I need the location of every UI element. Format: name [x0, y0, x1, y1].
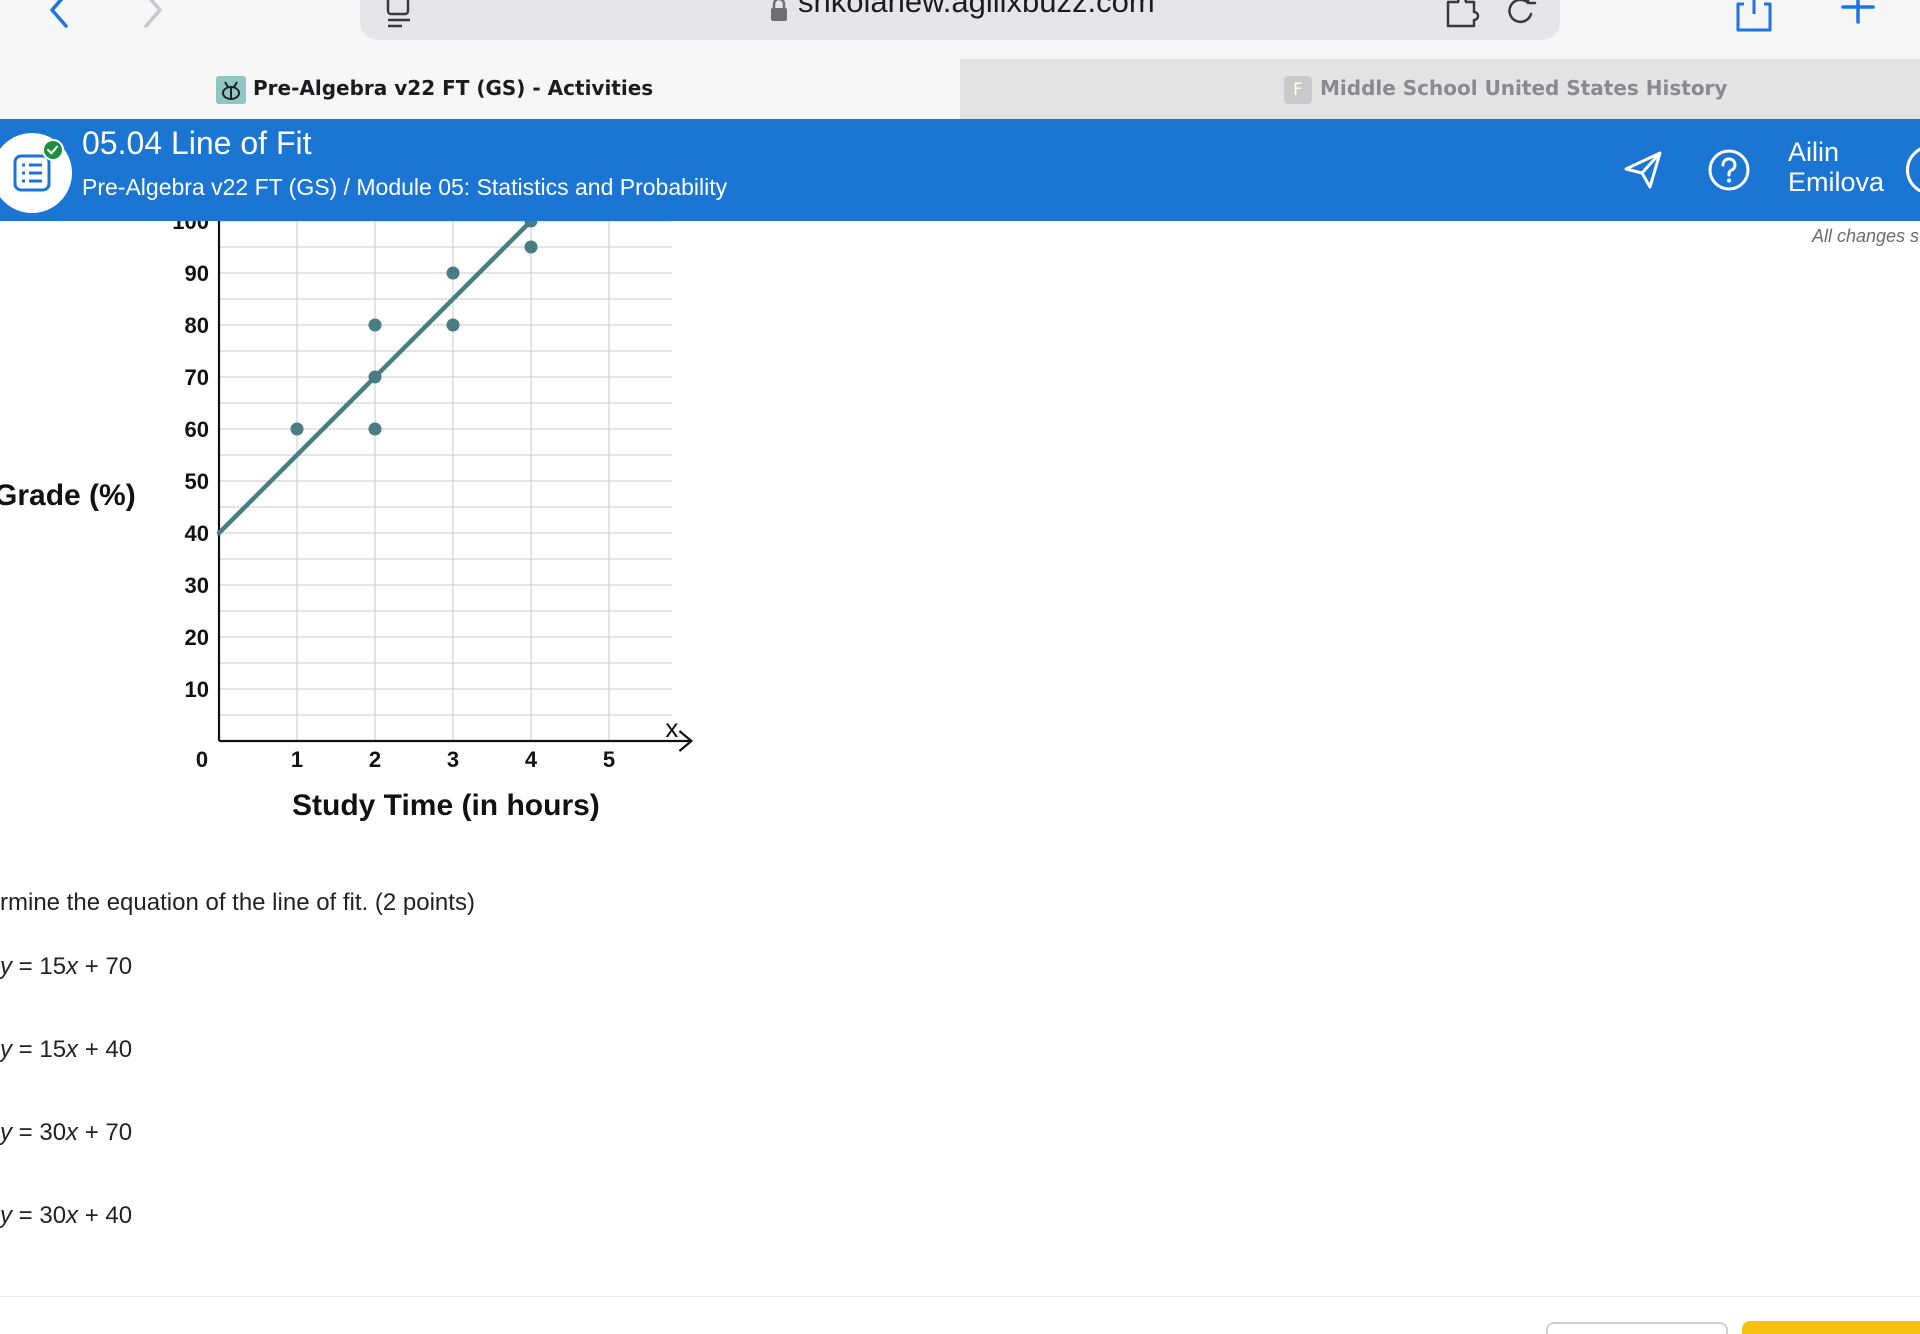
- choice-coef: = 15: [12, 953, 67, 980]
- choice-var-y: y: [0, 953, 12, 980]
- choice-var-y: y: [0, 1202, 12, 1229]
- choice-coef: = 15: [12, 1036, 67, 1063]
- data-point: [446, 266, 460, 280]
- choice-const: + 40: [78, 1202, 133, 1229]
- choice-coef: = 30: [12, 1119, 67, 1146]
- reader-mode-icon[interactable]: [382, 0, 416, 30]
- choice-coef: = 30: [12, 1202, 67, 1229]
- activity-menu-button[interactable]: [0, 133, 72, 213]
- reload-icon[interactable]: [1504, 0, 1538, 30]
- extensions-icon[interactable]: [1444, 0, 1488, 30]
- help-icon[interactable]: [1706, 147, 1752, 193]
- y-tick-label: 50: [185, 469, 209, 494]
- activity-header: 05.04 Line of Fit Pre-Algebra v22 FT (GS…: [0, 119, 1920, 221]
- x-axis-letter: x: [665, 713, 678, 743]
- y-tick-label: 100: [172, 221, 209, 234]
- choice-const: + 70: [78, 1119, 133, 1146]
- choice-var-x: x: [66, 1119, 79, 1146]
- choice-const: + 70: [78, 953, 133, 980]
- tab-label: Middle School United States History: [1320, 76, 1728, 100]
- footer-secondary-button[interactable]: [1546, 1322, 1728, 1334]
- question-prompt: rmine the equation of the line of fit. (…: [0, 889, 475, 916]
- choice-var-y: y: [0, 1119, 12, 1146]
- footer-primary-button[interactable]: [1742, 1321, 1920, 1334]
- send-message-icon[interactable]: [1620, 147, 1666, 193]
- tab-label: Pre-Algebra v22 FT (GS) - Activities: [253, 76, 654, 100]
- breadcrumb[interactable]: Pre-Algebra v22 FT (GS) / Module 05: Sta…: [82, 174, 727, 201]
- x-tick-label: 5: [603, 747, 615, 772]
- data-point: [368, 318, 382, 332]
- share-icon[interactable]: [1734, 0, 1774, 34]
- y-tick-label: 70: [185, 365, 209, 390]
- footer-bar: [0, 1296, 1920, 1334]
- url-text[interactable]: shkolanew.agilixbuzz.com: [798, 0, 1155, 20]
- answer-choice-c[interactable]: y = 30x + 70: [0, 1119, 132, 1155]
- chart-y-axis-label: Grade (%): [0, 479, 136, 512]
- page-title: 05.04 Line of Fit: [82, 125, 312, 161]
- chart-axes: x: [217, 221, 694, 752]
- x-tick-label: 3: [447, 747, 459, 772]
- y-tick-label: 20: [185, 625, 209, 650]
- completed-check-icon: [42, 139, 64, 161]
- choice-var-x: x: [66, 1036, 79, 1063]
- y-tick-label: 90: [185, 261, 209, 286]
- x-tick-label: 4: [525, 747, 538, 772]
- choice-var-y: y: [0, 1036, 12, 1063]
- y-tick-label: 80: [185, 313, 209, 338]
- y-tick-label: 60: [185, 417, 209, 442]
- user-name[interactable]: Ailin Emilova: [1788, 137, 1908, 197]
- answer-choice-a[interactable]: y = 15x + 70: [0, 953, 132, 989]
- origin-label: 0: [196, 747, 208, 772]
- choice-var-x: x: [66, 1202, 79, 1229]
- address-bar[interactable]: shkolanew.agilixbuzz.com: [360, 0, 1560, 40]
- chart-x-axis-label: Study Time (in hours): [292, 789, 600, 822]
- avatar[interactable]: [1906, 145, 1920, 195]
- new-tab-plus-icon[interactable]: [1838, 0, 1878, 30]
- data-point: [368, 422, 382, 436]
- save-status: All changes s: [1812, 226, 1920, 246]
- chart-grid: [219, 221, 672, 741]
- tab-strip: Pre-Algebra v22 FT (GS) - Activities F M…: [0, 59, 1920, 119]
- tab-us-history[interactable]: F Middle School United States History: [960, 59, 1920, 119]
- x-tick-label: 2: [369, 747, 381, 772]
- forward-arrow-icon[interactable]: [136, 0, 172, 34]
- y-tick-label: 40: [185, 521, 209, 546]
- tab-pre-algebra[interactable]: Pre-Algebra v22 FT (GS) - Activities: [0, 59, 960, 119]
- lock-icon: [771, 0, 787, 21]
- choice-var-x: x: [66, 953, 79, 980]
- x-tick-label: 1: [291, 747, 303, 772]
- data-point: [446, 318, 460, 332]
- y-tick-label: 30: [185, 573, 209, 598]
- data-point: [290, 422, 304, 436]
- y-tick-label: 10: [185, 677, 209, 702]
- back-arrow-icon[interactable]: [40, 0, 76, 34]
- tab-favicon: F: [1284, 76, 1312, 104]
- choice-const: + 40: [78, 1036, 133, 1063]
- bee-favicon-icon: [216, 76, 246, 104]
- answer-choice-b[interactable]: y = 15x + 40: [0, 1036, 132, 1072]
- answer-choice-d[interactable]: y = 30x + 40: [0, 1202, 132, 1238]
- browser-toolbar: shkolanew.agilixbuzz.com: [0, 0, 1920, 59]
- data-point: [524, 240, 538, 254]
- scatter-chart: x 1020304050607080901001 2 3 4 50: [172, 221, 694, 772]
- data-point: [368, 370, 382, 384]
